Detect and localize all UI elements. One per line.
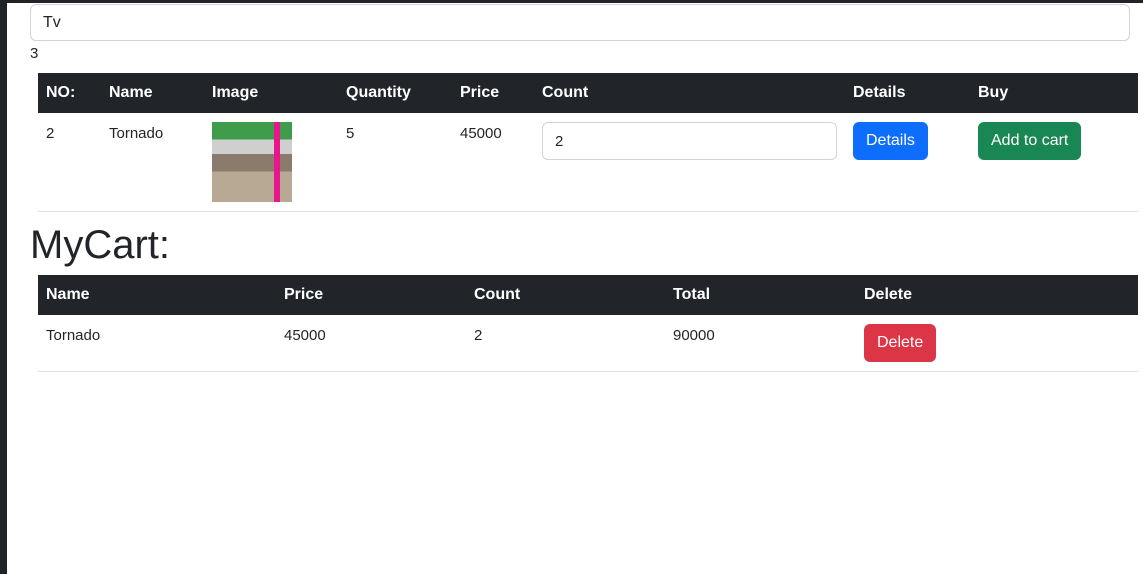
details-button[interactable]: Details (853, 122, 928, 160)
products-table: NO: Name Image Quantity Price Count Deta… (38, 73, 1138, 212)
search-input[interactable] (30, 4, 1130, 41)
product-image (212, 122, 292, 202)
result-count: 3 (30, 45, 39, 62)
product-no: 2 (46, 125, 55, 142)
col-header-buy: Buy (978, 84, 1009, 101)
cart-header-row: Name Price Count Total Delete (38, 275, 1138, 315)
cart-col-header-name: Name (46, 286, 90, 303)
col-header-price: Price (460, 84, 500, 101)
cart-item-price: 45000 (284, 327, 326, 344)
delete-button[interactable]: Delete (864, 324, 937, 362)
app-frame: 3 NO: Name Image Quantity Price Count De… (0, 0, 1143, 574)
product-quantity: 5 (346, 125, 355, 142)
table-row: 2 Tornado 5 45000 Details Add to cart (38, 113, 1138, 211)
product-price: 45000 (460, 125, 502, 142)
cart-col-header-count: Count (474, 286, 521, 303)
products-header-row: NO: Name Image Quantity Price Count Deta… (38, 73, 1138, 113)
cart-item-count: 2 (474, 327, 483, 344)
product-count-cell (534, 113, 845, 211)
cart-col-header-price: Price (284, 286, 324, 303)
cart-col-header-total: Total (673, 286, 711, 303)
col-header-details: Details (853, 84, 906, 101)
cart-title: MyCart: (30, 223, 170, 267)
col-header-name: Name (109, 84, 153, 101)
cart-item-total: 90000 (673, 327, 715, 344)
product-buy-cell: Add to cart (970, 113, 1138, 211)
cart-table: Name Price Count Total Delete Tornado 45… (38, 275, 1138, 372)
add-to-cart-button[interactable]: Add to cart (978, 122, 1082, 160)
product-image-cell (204, 113, 338, 211)
col-header-no: NO: (46, 84, 76, 101)
cart-col-header-delete: Delete (864, 286, 913, 303)
table-row: Tornado 45000 2 90000 Delete (38, 315, 1138, 371)
product-details-cell: Details (845, 113, 970, 211)
col-header-image: Image (212, 84, 259, 101)
col-header-count: Count (542, 84, 589, 101)
count-input[interactable] (542, 122, 837, 160)
col-header-quantity: Quantity (346, 84, 411, 101)
cart-item-delete-cell: Delete (856, 315, 1138, 371)
product-name: Tornado (109, 125, 164, 142)
cart-item-name: Tornado (46, 327, 101, 344)
